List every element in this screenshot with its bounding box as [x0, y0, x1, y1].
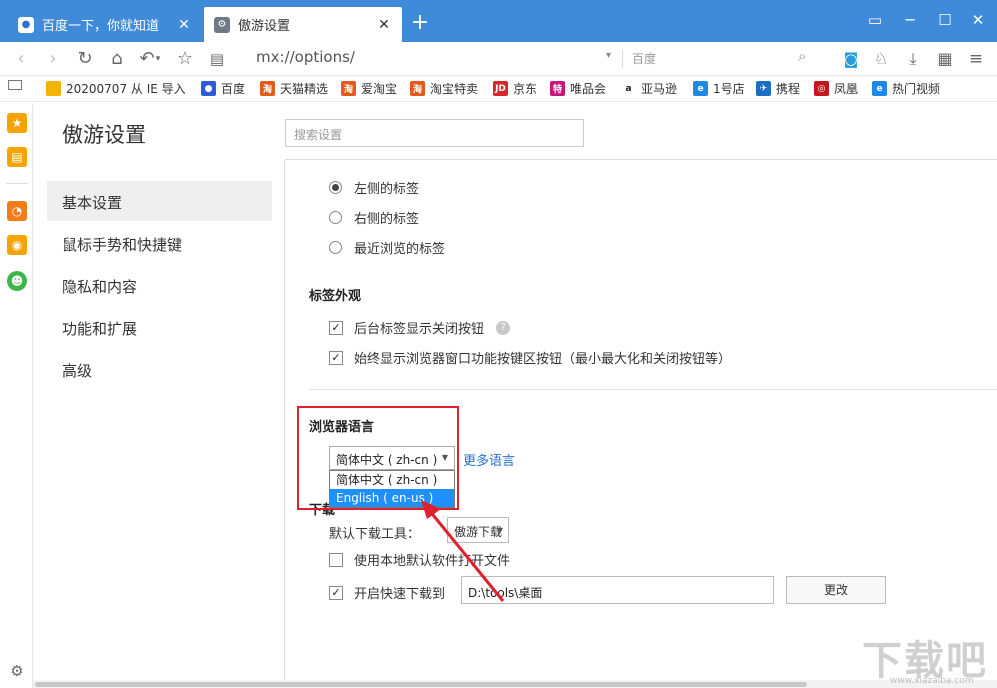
- annotation-arrow-icon: [421, 500, 505, 602]
- watermark-url: www.xiazaiba.com: [890, 676, 974, 686]
- scrollbar-thumb[interactable]: [35, 682, 807, 687]
- horizontal-scrollbar[interactable]: [33, 680, 997, 688]
